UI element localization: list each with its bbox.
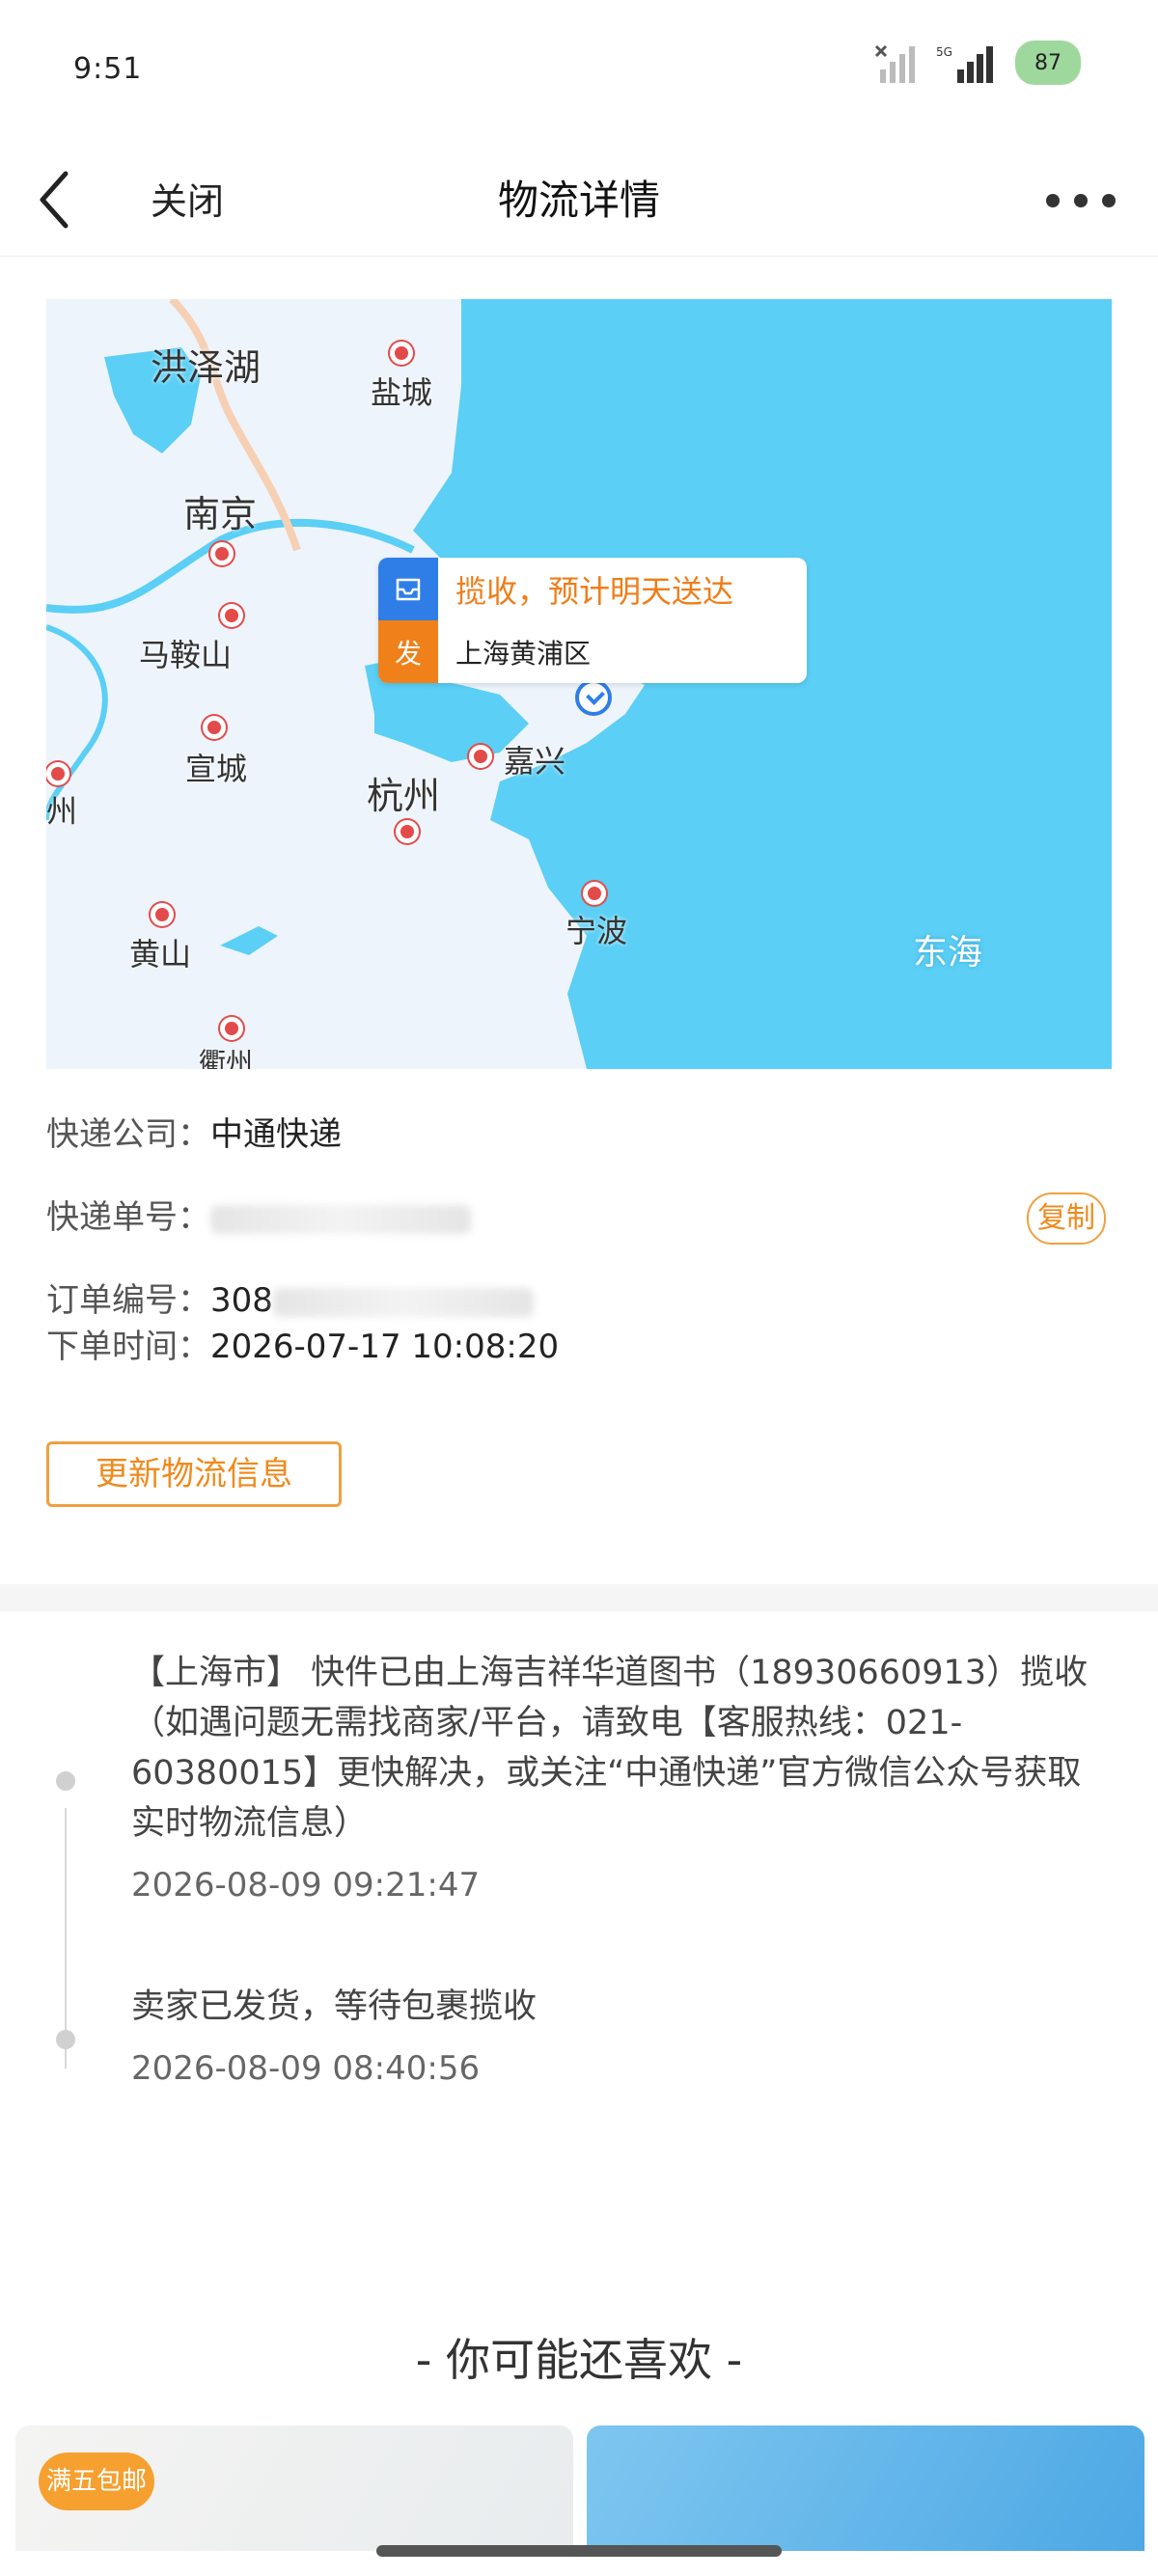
timeline-dot: [56, 1771, 75, 1791]
order-time-value: 2026-07-17 10:08:20: [210, 1328, 560, 1366]
order-label: 订单编号：: [46, 1281, 210, 1320]
tracking-row: 快递单号： 复制: [46, 1192, 1112, 1245]
city-pin: [151, 903, 174, 926]
map-label-partial: 州: [46, 793, 78, 830]
logistics-map[interactable]: 洪泽湖 盐城 南京 马鞍山 宣城 杭州 嘉兴 州 黄山 宁波 东海 衢州 揽收，…: [46, 299, 1112, 1069]
order-row: 订单编号：308: [46, 1277, 1112, 1324]
section-divider: [0, 1584, 1158, 1611]
city-pin: [210, 542, 234, 565]
city-pin: [390, 342, 413, 365]
order-time-label: 下单时间：: [46, 1328, 210, 1366]
timeline-event-text: 【上海市】 快件已由上海吉祥华道图书（18930660913）揽收（如遇问题无需…: [131, 1654, 1089, 1843]
city-pin: [396, 820, 419, 843]
map-label-xuancheng: 宣城: [185, 751, 248, 787]
order-value: 308: [210, 1281, 273, 1320]
nav-bar: 关闭 物流详情: [0, 145, 1158, 257]
popup-location-row: 发 上海黄浦区: [378, 620, 807, 683]
update-logistics-button[interactable]: 更新物流信息: [46, 1441, 342, 1507]
home-indicator[interactable]: [376, 2545, 782, 2557]
map-label-quzhou: 衢州: [199, 1047, 254, 1069]
timeline-dot: [56, 2030, 75, 2049]
battery-indicator: 87: [1015, 41, 1081, 85]
map-label-yancheng: 盐城: [371, 374, 433, 411]
city-pin: [469, 745, 492, 768]
send-badge: 发: [378, 620, 438, 683]
popup-status-text: 揽收，预计明天送达: [455, 572, 734, 610]
city-pin: [220, 604, 243, 627]
map-label-hongzehu: 洪泽湖: [151, 346, 262, 389]
product-card[interactable]: [587, 2425, 1144, 2551]
current-location-icon: [575, 679, 612, 716]
time-row: 下单时间：2026-07-17 10:08:20: [46, 1324, 1112, 1370]
city-pin: [203, 716, 226, 739]
city-pin: [220, 1017, 243, 1040]
city-pin: [583, 882, 606, 905]
map-label-hangzhou: 杭州: [367, 775, 441, 817]
status-icons: 5G 87: [874, 41, 1081, 85]
timeline-event-text: 卖家已发货，等待包裹揽收: [131, 1987, 538, 2026]
svg-text:5G: 5G: [936, 45, 952, 59]
copy-button[interactable]: 复制: [1027, 1192, 1106, 1245]
city-pin: [46, 762, 69, 785]
map-label-huangshan: 黄山: [129, 936, 192, 973]
status-time: 9:51: [73, 52, 143, 86]
page-title: 物流详情: [497, 177, 660, 224]
map-label-maanshan: 马鞍山: [139, 637, 233, 673]
signal-5g-icon: 5G: [936, 45, 993, 83]
map-label-donghai: 东海: [913, 933, 983, 973]
timeline-event-time: 2026-08-09 09:21:47: [131, 1866, 481, 1905]
map-label-ningbo: 宁波: [565, 913, 628, 949]
recommend-title: - 你可能还喜欢 -: [415, 2334, 743, 2386]
company-row: 快递公司：中通快递: [46, 1111, 1112, 1158]
status-bar: 9:51 5G 87: [0, 0, 1158, 145]
popup-status-row: 揽收，预计明天送达: [378, 558, 807, 620]
free-shipping-badge: 满五包邮: [39, 2453, 154, 2510]
timeline-event-time: 2026-08-09 08:40:56: [131, 2049, 481, 2088]
company-value: 中通快递: [210, 1115, 342, 1154]
order-value-blurred: [272, 1287, 534, 1317]
inbox-icon: [378, 558, 438, 620]
more-menu-icon[interactable]: [1046, 183, 1116, 218]
map-label-jiaxing: 嘉兴: [504, 743, 566, 780]
company-label: 快递公司：: [46, 1115, 210, 1154]
map-popup: 揽收，预计明天送达 发 上海黄浦区: [378, 558, 807, 683]
popup-location-text: 上海黄浦区: [455, 637, 592, 670]
tracking-label: 快递单号：: [46, 1198, 210, 1237]
map-label-nanjing: 南京: [183, 493, 258, 535]
tracking-value-blurred: [210, 1204, 471, 1234]
signal-off-icon: [874, 44, 915, 83]
product-card[interactable]: 满五包邮: [15, 2425, 573, 2551]
